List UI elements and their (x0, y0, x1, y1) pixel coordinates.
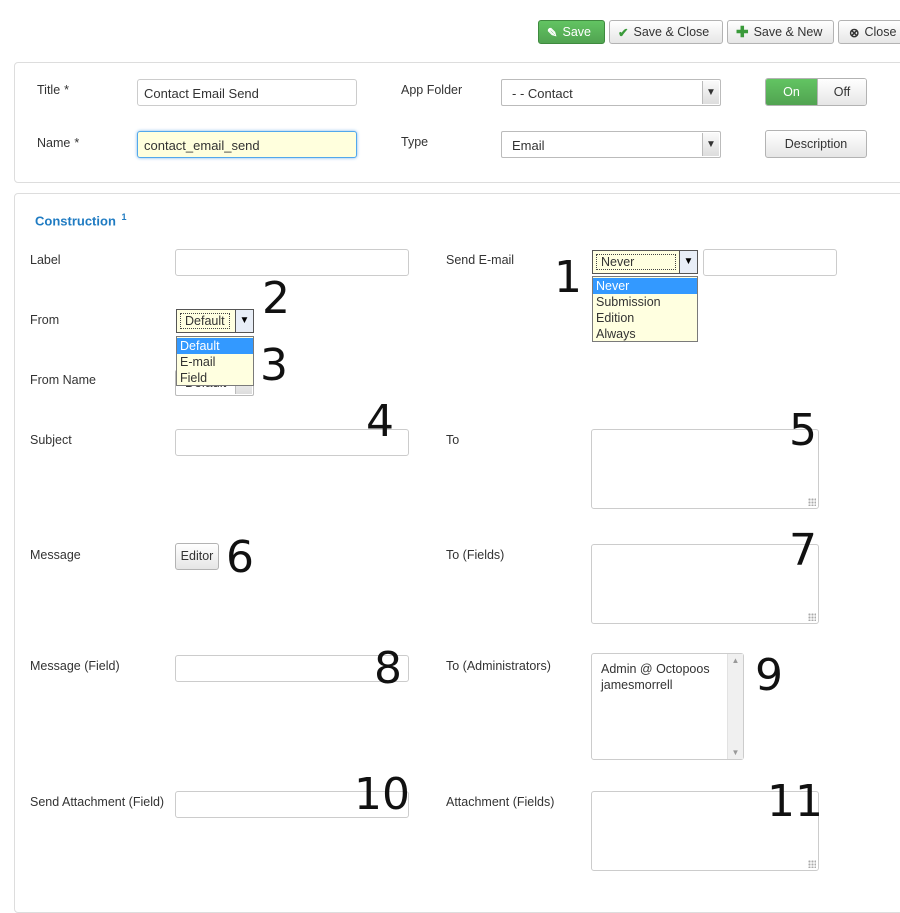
message-field-label: Message (Field) (30, 659, 120, 673)
save-label: Save (562, 25, 591, 39)
title-input[interactable]: Contact Email Send (137, 79, 357, 106)
label-input[interactable] (175, 249, 409, 276)
from-dropdown: Default E-mail Field (176, 336, 254, 386)
app-folder-value: - - Contact (512, 86, 573, 101)
scroll-up-icon[interactable]: ▲ (728, 656, 743, 665)
attachment-fields-label: Attachment (Fields) (446, 795, 555, 809)
message-label: Message (30, 548, 81, 562)
from-name-label: From Name (30, 373, 96, 387)
annotation-1: 1 (554, 252, 582, 303)
from-label: From (30, 313, 60, 327)
close-icon: ⊗ (849, 25, 860, 40)
type-label: Type (401, 135, 429, 149)
required-mark: * (64, 83, 70, 97)
admin-option[interactable]: jamesmorrell (601, 677, 710, 693)
annotation-5: 5 (789, 405, 817, 456)
from-option-email[interactable]: E-mail (177, 354, 253, 370)
annotation-6: 6 (226, 532, 254, 583)
from-option-field[interactable]: Field (177, 370, 253, 386)
close-label: Close (864, 25, 897, 39)
save-new-label: Save & New (753, 25, 823, 39)
save-close-button[interactable]: ✔ Save & Close (609, 20, 723, 44)
chevron-down-icon: ▼ (235, 310, 253, 332)
annotation-10: 10 (354, 769, 410, 820)
send-email-option-edition[interactable]: Edition (593, 310, 697, 326)
annotation-3: 3 (260, 340, 288, 391)
send-email-select[interactable]: Never ▼ (592, 250, 698, 274)
send-email-value: Never (596, 254, 676, 270)
description-button[interactable]: Description (765, 130, 867, 158)
to-fields-textarea[interactable] (591, 544, 819, 624)
save-button[interactable]: ✎ Save (538, 20, 605, 44)
from-value: Default (180, 313, 230, 329)
construction-heading-text: Construction (35, 213, 116, 229)
toggle-on[interactable]: On (766, 79, 817, 105)
type-value: Email (512, 138, 545, 153)
to-admins-label: To (Administrators) (446, 659, 551, 673)
title-label: Title * (37, 83, 69, 97)
send-email-extra-input[interactable] (703, 249, 837, 276)
admin-option[interactable]: Admin @ Octopoos (601, 661, 710, 677)
annotation-11: 11 (767, 776, 823, 827)
send-email-option-submission[interactable]: Submission (593, 294, 697, 310)
title-label-text: Title (37, 83, 61, 97)
app-folder-select[interactable]: - - Contact ▼ (501, 79, 721, 106)
name-input[interactable]: contact_email_send (137, 131, 357, 158)
annotation-9: 9 (755, 650, 783, 701)
construction-heading: Construction 1 (35, 212, 127, 228)
scrollbar[interactable]: ▲ ▼ (727, 654, 743, 759)
send-attachment-label: Send Attachment (Field) (30, 795, 165, 809)
save-new-button[interactable]: ✚ Save & New (727, 20, 834, 44)
chevron-down-icon: ▼ (679, 251, 697, 273)
annotation-2: 2 (262, 273, 290, 324)
app-folder-label: App Folder (401, 83, 463, 97)
close-button[interactable]: ⊗ Close (838, 20, 900, 44)
status-toggle: On Off (765, 78, 867, 106)
to-fields-label: To (Fields) (446, 548, 505, 562)
from-option-default[interactable]: Default (177, 338, 253, 354)
send-email-option-never[interactable]: Never (593, 278, 697, 294)
editor-button[interactable]: Editor (175, 543, 219, 570)
to-label: To (446, 433, 460, 447)
name-value: contact_email_send (144, 138, 260, 153)
check-icon: ✔ (618, 25, 629, 40)
annotation-8: 8 (374, 643, 402, 694)
resize-grip-icon[interactable] (808, 860, 816, 868)
subject-label: Subject (30, 433, 72, 447)
send-email-label: Send E-mail (446, 253, 515, 267)
resize-grip-icon[interactable] (808, 498, 816, 506)
chevron-down-icon: ▼ (702, 81, 719, 104)
annotation-4: 4 (366, 396, 394, 447)
name-label-text: Name (37, 136, 71, 150)
title-value: Contact Email Send (144, 86, 259, 101)
plus-icon: ✚ (736, 24, 749, 41)
label-label: Label (30, 253, 61, 267)
name-label: Name * (37, 136, 79, 150)
resize-grip-icon[interactable] (808, 613, 816, 621)
from-select[interactable]: Default ▼ (176, 309, 254, 333)
toggle-off[interactable]: Off (817, 79, 866, 105)
required-mark: * (74, 136, 80, 150)
construction-heading-sup: 1 (121, 212, 127, 222)
chevron-down-icon: ▼ (702, 133, 719, 156)
annotation-7: 7 (789, 525, 817, 576)
send-email-option-always[interactable]: Always (593, 326, 697, 342)
edit-icon: ✎ (547, 25, 558, 40)
to-textarea[interactable] (591, 429, 819, 509)
to-admins-multiselect[interactable]: Admin @ Octopoos jamesmorrell ▲ ▼ (591, 653, 744, 760)
scroll-down-icon[interactable]: ▼ (728, 748, 743, 757)
type-select[interactable]: Email ▼ (501, 131, 721, 158)
send-email-dropdown: Never Submission Edition Always (592, 276, 698, 342)
save-close-label: Save & Close (633, 25, 710, 39)
